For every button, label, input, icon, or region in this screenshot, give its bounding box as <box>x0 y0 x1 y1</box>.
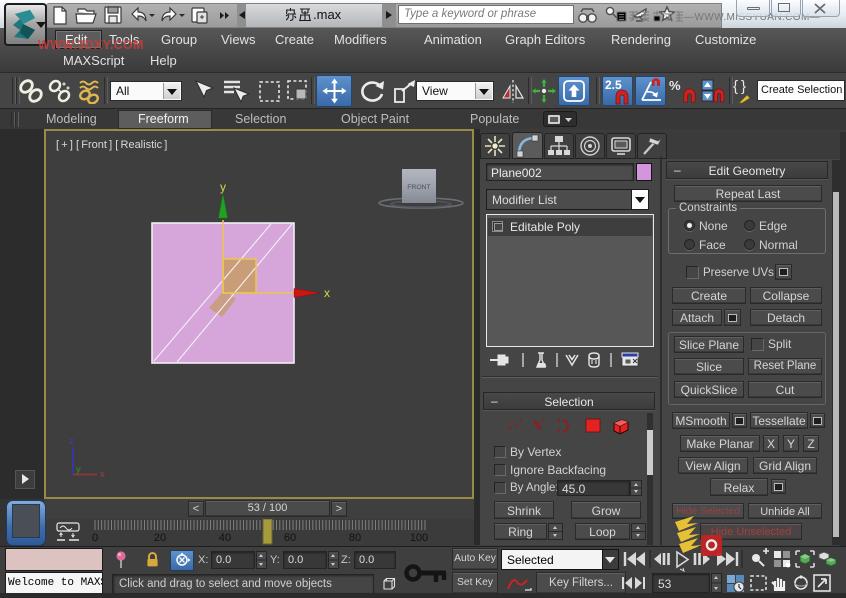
svg-text:100: 100 <box>410 532 428 544</box>
svg-text:FRONT: FRONT <box>407 184 430 191</box>
svg-text:80: 80 <box>349 532 361 544</box>
svg-text:20: 20 <box>154 532 166 544</box>
svg-text:z: z <box>69 436 74 447</box>
svg-text:y: y <box>76 464 81 475</box>
svg-text:40: 40 <box>219 532 231 544</box>
svg-text:y: y <box>220 180 226 194</box>
svg-text:0: 0 <box>92 532 98 544</box>
svg-text:60: 60 <box>284 532 296 544</box>
svg-text:x: x <box>100 469 105 480</box>
svg-text:x: x <box>324 286 330 300</box>
svg-text:[ + ] [ Front ] [ Realistic ]: [ + ] [ Front ] [ Realistic ] <box>56 139 167 151</box>
